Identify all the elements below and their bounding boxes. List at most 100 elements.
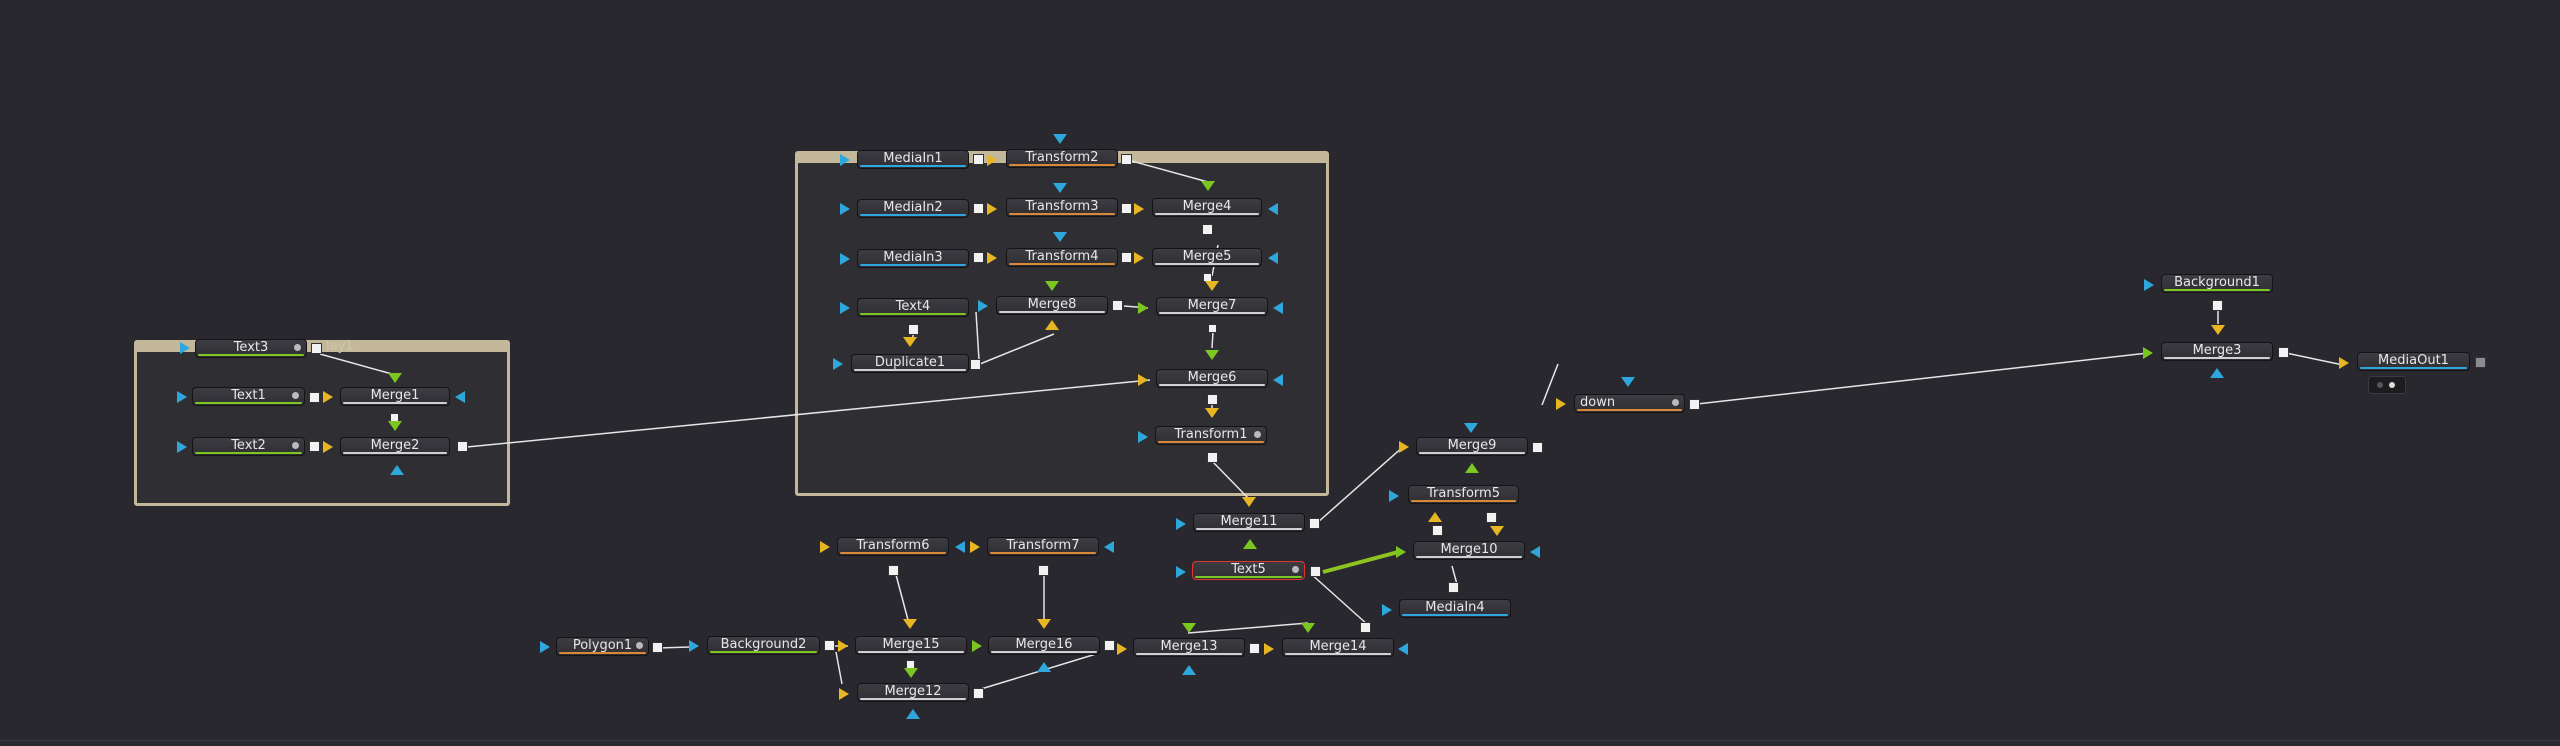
node-merge6[interactable]: Merge6 xyxy=(1156,369,1268,388)
node-merge2[interactable]: Merge2 xyxy=(340,437,450,456)
output-square[interactable] xyxy=(824,640,835,651)
input-arrow-icon[interactable] xyxy=(1464,423,1478,433)
input-arrow-icon[interactable] xyxy=(1182,623,1196,633)
input-arrow-icon[interactable] xyxy=(1490,526,1504,536)
node-text4[interactable]: Text4 xyxy=(857,298,969,317)
input-arrow-icon[interactable] xyxy=(1428,512,1442,522)
input-arrow-icon[interactable] xyxy=(970,541,980,553)
input-arrow-icon[interactable] xyxy=(840,253,850,265)
input-arrow-icon[interactable] xyxy=(1104,541,1114,553)
input-arrow-icon[interactable] xyxy=(972,640,982,652)
output-square[interactable] xyxy=(1249,643,1260,654)
input-arrow-icon[interactable] xyxy=(1182,665,1196,675)
node-merge15[interactable]: Merge15 xyxy=(855,636,967,655)
output-square[interactable] xyxy=(1104,640,1115,651)
input-arrow-icon[interactable] xyxy=(906,709,920,719)
node-merge1[interactable]: Merge1 xyxy=(340,387,450,406)
node-transform3[interactable]: Transform3 xyxy=(1006,198,1118,217)
input-arrow-icon[interactable] xyxy=(323,441,333,453)
output-square[interactable] xyxy=(1360,622,1371,633)
input-arrow-icon[interactable] xyxy=(455,391,465,403)
input-arrow-icon[interactable] xyxy=(390,465,404,475)
node-background2[interactable]: Background2 xyxy=(707,636,820,655)
input-arrow-icon[interactable] xyxy=(838,640,848,652)
input-arrow-icon[interactable] xyxy=(2210,368,2224,378)
node-merge10[interactable]: Merge10 xyxy=(1413,541,1525,560)
node-transform6[interactable]: Transform6 xyxy=(837,537,949,556)
input-arrow-icon[interactable] xyxy=(1045,320,1059,330)
input-arrow-icon[interactable] xyxy=(1396,546,1406,558)
output-square[interactable] xyxy=(1208,324,1217,333)
output-square[interactable] xyxy=(1432,525,1443,536)
input-arrow-icon[interactable] xyxy=(1037,662,1051,672)
input-arrow-icon[interactable] xyxy=(1465,463,1479,473)
input-arrow-icon[interactable] xyxy=(987,203,997,215)
output-square[interactable] xyxy=(311,343,322,354)
input-arrow-icon[interactable] xyxy=(689,640,699,652)
node-text5[interactable]: Text5 xyxy=(1192,561,1305,580)
output-square[interactable] xyxy=(1486,512,1497,523)
input-arrow-icon[interactable] xyxy=(820,541,830,553)
input-arrow-icon[interactable] xyxy=(1117,643,1127,655)
node-merge16[interactable]: Merge16 xyxy=(988,636,1100,655)
node-mediain1[interactable]: MediaIn1 xyxy=(857,150,969,169)
node-merge14[interactable]: Merge14 xyxy=(1282,638,1394,657)
node-merge3[interactable]: Merge3 xyxy=(2161,342,2273,361)
output-square[interactable] xyxy=(457,441,468,452)
output-square[interactable] xyxy=(1202,224,1213,235)
node-transform1[interactable]: Transform1 xyxy=(1155,426,1267,445)
output-square[interactable] xyxy=(888,565,899,576)
input-arrow-icon[interactable] xyxy=(1556,398,1566,410)
input-arrow-icon[interactable] xyxy=(1134,203,1144,215)
output-square[interactable] xyxy=(2278,347,2289,358)
input-arrow-icon[interactable] xyxy=(180,342,190,354)
node-text1[interactable]: Text1 xyxy=(192,387,305,406)
output-square[interactable] xyxy=(1121,252,1132,263)
input-arrow-icon[interactable] xyxy=(323,391,333,403)
output-square[interactable] xyxy=(973,252,984,263)
node-duplicate1[interactable]: Duplicate1 xyxy=(851,354,969,373)
node-merge7[interactable]: Merge7 xyxy=(1156,297,1268,316)
input-arrow-icon[interactable] xyxy=(987,154,997,166)
input-arrow-icon[interactable] xyxy=(840,154,850,166)
output-square[interactable] xyxy=(1038,565,1049,576)
node-merge12[interactable]: Merge12 xyxy=(857,683,969,702)
output-square[interactable] xyxy=(2475,357,2486,368)
node-editor-canvas[interactable]: lay1 Text3 Text1 Merge1 Text2 Merge2 Med… xyxy=(0,0,2560,746)
node-mediain3[interactable]: MediaIn3 xyxy=(857,249,969,268)
input-arrow-icon[interactable] xyxy=(903,337,917,347)
input-arrow-icon[interactable] xyxy=(1268,252,1278,264)
input-arrow-icon[interactable] xyxy=(1205,350,1219,360)
input-arrow-icon[interactable] xyxy=(1053,232,1067,242)
output-square[interactable] xyxy=(1309,518,1320,529)
input-arrow-icon[interactable] xyxy=(904,668,918,678)
input-arrow-icon[interactable] xyxy=(1176,566,1186,578)
input-arrow-icon[interactable] xyxy=(1273,374,1283,386)
node-merge5[interactable]: Merge5 xyxy=(1152,248,1262,267)
input-arrow-icon[interactable] xyxy=(978,300,988,312)
input-arrow-icon[interactable] xyxy=(1138,374,1148,386)
input-arrow-icon[interactable] xyxy=(388,421,402,431)
input-arrow-icon[interactable] xyxy=(1037,619,1051,629)
input-arrow-icon[interactable] xyxy=(2211,325,2225,335)
input-arrow-icon[interactable] xyxy=(840,302,850,314)
node-mediain4[interactable]: MediaIn4 xyxy=(1399,599,1511,618)
input-arrow-icon[interactable] xyxy=(1268,203,1278,215)
input-arrow-icon[interactable] xyxy=(540,641,550,653)
input-arrow-icon[interactable] xyxy=(177,391,187,403)
input-arrow-icon[interactable] xyxy=(1530,546,1540,558)
output-square[interactable] xyxy=(1121,154,1132,165)
output-square[interactable] xyxy=(1207,452,1218,463)
input-arrow-icon[interactable] xyxy=(1243,539,1257,549)
input-arrow-icon[interactable] xyxy=(1273,302,1283,314)
input-arrow-icon[interactable] xyxy=(1138,431,1148,443)
output-square[interactable] xyxy=(652,642,663,653)
input-arrow-icon[interactable] xyxy=(388,373,402,383)
node-background1[interactable]: Background1 xyxy=(2161,274,2273,293)
output-square[interactable] xyxy=(973,688,984,699)
input-arrow-icon[interactable] xyxy=(1301,623,1315,633)
input-arrow-icon[interactable] xyxy=(2339,357,2349,369)
input-arrow-icon[interactable] xyxy=(840,203,850,215)
node-merge4[interactable]: Merge4 xyxy=(1152,198,1262,217)
input-arrow-icon[interactable] xyxy=(177,441,187,453)
